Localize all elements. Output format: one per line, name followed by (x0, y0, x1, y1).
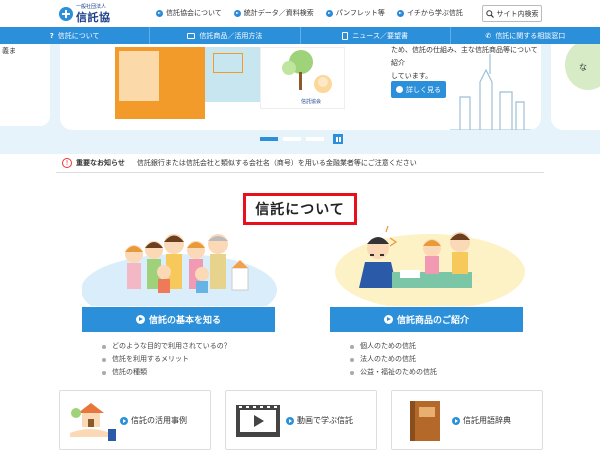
main-nav-label: 信託について (57, 31, 100, 40)
arrow-circle-icon (452, 416, 460, 425)
slide-next[interactable]: な (551, 44, 600, 130)
notice-label: 重要なお知らせ (76, 158, 125, 167)
basics-link[interactable]: どのような目的で利用されているの？ (100, 340, 231, 353)
carousel-dot-active[interactable] (260, 137, 278, 141)
phone-icon: ✆ (485, 31, 492, 40)
header-nav: 信託協会について 統計データ／資料検索 パンフレット等 イチから学ぶ信託 (156, 8, 463, 18)
consultation-illustration (335, 225, 525, 306)
carousel-dot[interactable] (283, 137, 301, 141)
card-label: 動画で学ぶ信託 (286, 415, 353, 426)
header-nav-label: 統計データ／資料検索 (243, 9, 314, 17)
notice-text: 信託銀行または信託会社と類似する会社名（商号）を用いる金融業者等にご注意ください (136, 158, 417, 167)
section-title: 信託について (243, 193, 357, 225)
card-label-text: 信託用語辞典 (463, 416, 511, 425)
main-nav-products[interactable]: 信託商品／活用方法 (150, 27, 301, 44)
important-notice[interactable]: ! 重要なお知らせ 信託銀行または信託会社と類似する会社名（商号）を用いる金融業… (56, 153, 544, 173)
header-nav-about[interactable]: 信託協会について (156, 8, 222, 18)
card-video[interactable]: 動画で学ぶ信託 (225, 390, 377, 450)
site-search-label: サイト内検索 (496, 9, 539, 18)
products-link[interactable]: 個人のための信託 (348, 340, 437, 353)
question-icon: ? (49, 31, 54, 40)
basics-link-list: どのような目的で利用されているの？ 信託を利用するメリット 信託の種類 (100, 340, 231, 379)
products-intro-button[interactable]: 信託商品のご紹介 (330, 307, 523, 332)
car-icon (187, 32, 196, 39)
card-label-text: 動画で学ぶ信託 (297, 416, 353, 425)
carousel-pause-button[interactable] (333, 134, 343, 144)
house-hand-icon (70, 403, 116, 441)
header-nav-label: 信託協会について (166, 9, 222, 17)
arrow-circle-icon (135, 315, 145, 324)
document-icon (342, 31, 349, 40)
pamphlet-image: 信託協会 (260, 47, 345, 109)
book-icon (410, 401, 440, 441)
basics-link[interactable]: 信託の種類 (100, 366, 231, 379)
slide-previous[interactable]: 義ま (0, 44, 50, 126)
arrow-circle-icon (383, 315, 393, 324)
card-use-cases[interactable]: 信託の活用事例 (59, 390, 211, 450)
page: 一般社団法人 信託協会 信託協会について 統計データ／資料検索 パンフレット等 … (0, 0, 600, 470)
products-link-list: 個人のための信託 法人のための信託 公益・福祉のための信託 (348, 340, 437, 379)
products-link[interactable]: 公益・福祉のための信託 (348, 366, 437, 379)
main-nav-label: 信託商品／活用方法 (199, 31, 263, 40)
basics-link[interactable]: 信託を利用するメリット (100, 353, 231, 366)
learn-basics-button[interactable]: 信託の基本を知る (82, 307, 275, 332)
main-nav-label: 信託に関する相談窓口 (495, 31, 566, 40)
carousel-dot[interactable] (306, 137, 324, 141)
header-nav-pamphlets[interactable]: パンフレット等 (325, 8, 385, 18)
more-button-label: 詳しく見る (406, 85, 441, 94)
site-search-button[interactable]: サイト内検索 (482, 5, 542, 22)
pamphlet-image (115, 47, 205, 119)
products-intro-label: 信託商品のご紹介 (396, 316, 469, 326)
card-label: 信託用語辞典 (452, 415, 511, 426)
main-nav: ? 信託について 信託商品／活用方法 ニュース／要望書 ✆ 信託に関する相談窓口 (0, 27, 600, 44)
header-nav-statistics[interactable]: 統計データ／資料検索 (233, 8, 314, 18)
exclamation-icon: ! (62, 157, 72, 168)
site-logo[interactable]: 一般社団法人 信託協会 (58, 3, 118, 40)
header-nav-label: パンフレット等 (335, 9, 385, 17)
card-glossary[interactable]: 信託用語辞典 (391, 390, 543, 450)
learn-basics-label: 信託の基本を知る (148, 316, 221, 326)
arrow-circle-icon (396, 9, 404, 17)
arrow-circle-icon (396, 86, 403, 93)
logo-icon (59, 7, 73, 21)
arrow-circle-icon (325, 9, 333, 17)
slide-next-image: な (565, 44, 600, 90)
pamphlet-diagram (213, 53, 243, 73)
family-illustration (82, 234, 277, 306)
header: 一般社団法人 信託協会 信託協会について 統計データ／資料検索 パンフレット等 … (0, 0, 600, 40)
main-nav-label: ニュース／要望書 (352, 31, 408, 40)
slide-current: 信託協会 ため、信託の仕組み、主な信託商品等について紹介 しています。 詳しく見… (60, 44, 541, 130)
card-label-text: 信託の活用事例 (131, 416, 187, 425)
header-nav-learn[interactable]: イチから学ぶ信託 (396, 8, 463, 18)
pamphlet-brand: 信託協会 (301, 99, 322, 105)
arrow-circle-icon (233, 9, 241, 17)
arrow-circle-icon (120, 416, 128, 425)
pause-icon (335, 136, 338, 142)
arrow-circle-icon (156, 9, 163, 17)
main-nav-about[interactable]: ? 信託について (0, 27, 151, 44)
main-nav-consultation[interactable]: ✆ 信託に関する相談窓口 (451, 27, 600, 44)
main-nav-news[interactable]: ニュース／要望書 (301, 27, 451, 44)
pamphlet-cover (119, 51, 159, 101)
card-label: 信託の活用事例 (120, 415, 187, 426)
products-link[interactable]: 法人のための信託 (348, 353, 437, 366)
video-icon (236, 405, 280, 437)
header-nav-label: イチから学ぶ信託 (406, 9, 463, 17)
search-icon (485, 9, 494, 18)
pause-icon (338, 136, 341, 142)
cityscape-illustration (450, 54, 540, 130)
slide-next-fragment: な (579, 63, 587, 72)
more-button[interactable]: 詳しく見る (391, 81, 446, 98)
arrow-circle-icon (286, 416, 294, 425)
slide-previous-text: 義ま (2, 47, 16, 55)
